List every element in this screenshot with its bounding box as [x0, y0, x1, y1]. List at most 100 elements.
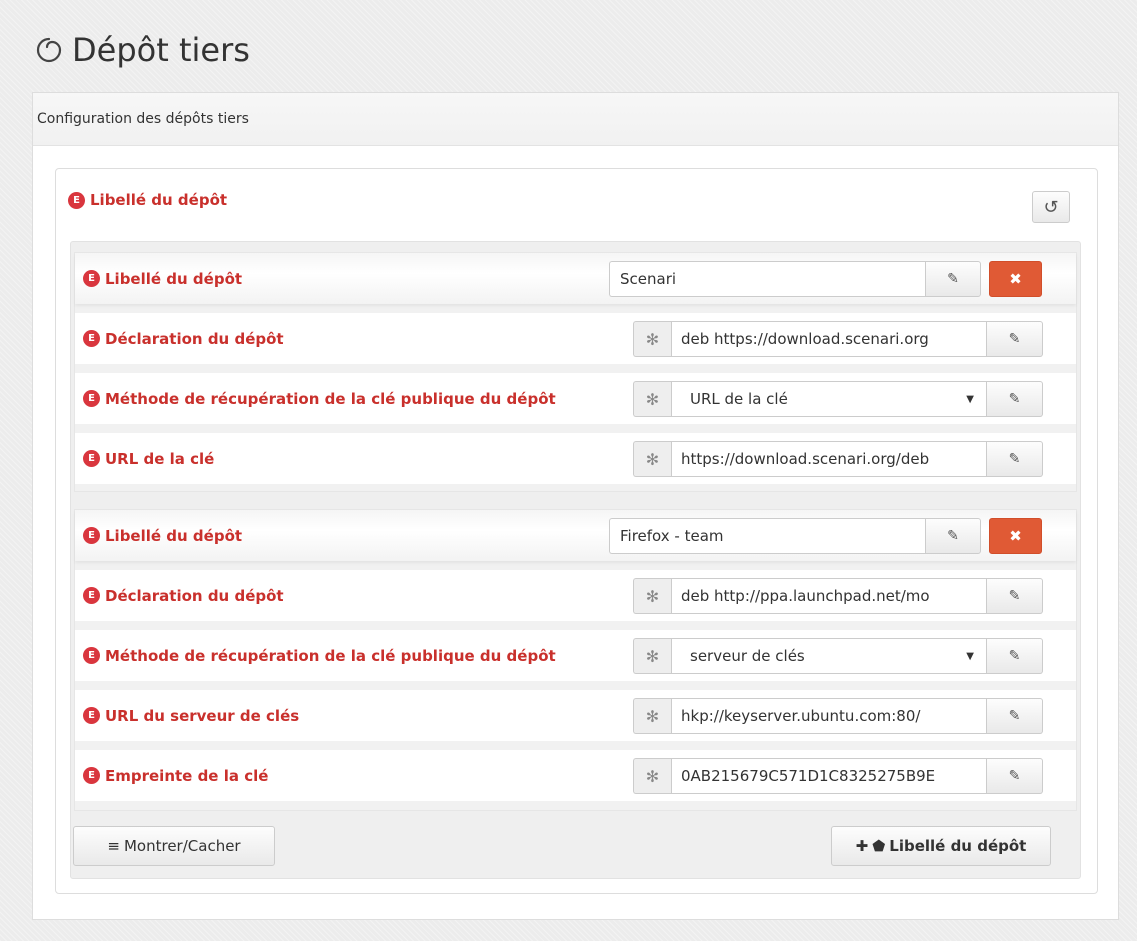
select-value: URL de la clé: [690, 390, 788, 408]
tag-icon: ⬟: [872, 837, 886, 855]
expert-badge: E: [83, 527, 100, 544]
edit-button[interactable]: ✎: [987, 578, 1043, 614]
repo-declaration-input[interactable]: deb http://ppa.launchpad.net/mo: [671, 578, 987, 614]
repo-name-row: E Libellé du dépôt Scenari ✎ ✖: [75, 253, 1076, 304]
expert-badge: E: [83, 647, 100, 664]
page-title: Dépôt tiers: [32, 28, 250, 72]
field-label: E Méthode de récupération de la clé publ…: [83, 630, 556, 681]
panel-heading-text: Configuration des dépôts tiers: [37, 111, 249, 127]
keyserver-url-input[interactable]: hkp://keyserver.ubuntu.com:80/: [671, 698, 987, 734]
key-url-row: E URL de la clé ✻ https://download.scena…: [75, 433, 1076, 484]
asterisk-icon: ✻: [633, 381, 671, 417]
pencil-square-icon: ✎: [1008, 648, 1021, 664]
expert-badge: E: [83, 330, 100, 347]
add-repo-button[interactable]: ✚ ⬟ Libellé du dépôt: [831, 826, 1051, 866]
key-method-select[interactable]: serveur de clés ▼: [671, 638, 987, 674]
field-label: E Méthode de récupération de la clé publ…: [83, 373, 556, 424]
field-label-text: Méthode de récupération de la clé publiq…: [105, 389, 556, 408]
config-panel: Configuration des dépôts tiers E Libellé…: [32, 92, 1119, 920]
field-label: E Déclaration du dépôt: [83, 570, 284, 621]
keyserver-url-row: E URL du serveur de clés ✻ hkp://keyserv…: [75, 690, 1076, 741]
pencil-square-icon: ✎: [1008, 331, 1021, 347]
field-label-text: Méthode de récupération de la clé publiq…: [105, 646, 556, 665]
repo-entries: E Libellé du dépôt Scenari ✎ ✖ E Déclara…: [70, 241, 1081, 879]
key-method-select[interactable]: URL de la clé ▼: [671, 381, 987, 417]
input-group: ✻ URL de la clé ▼ ✎: [633, 381, 1043, 417]
pencil-square-icon: ✎: [1008, 768, 1021, 784]
key-fingerprint-row: E Empreinte de la clé ✻ 0AB215679C571D1C…: [75, 750, 1076, 801]
field-label: E URL du serveur de clés: [83, 690, 299, 741]
repo-entry: E Libellé du dépôt Firefox - team ✎ ✖ E …: [74, 509, 1077, 811]
field-label: E URL de la clé: [83, 433, 214, 484]
field-label-text: Déclaration du dépôt: [105, 329, 284, 348]
expert-badge: E: [83, 707, 100, 724]
repo-declaration-input[interactable]: deb https://download.scenari.org: [671, 321, 987, 357]
edit-button[interactable]: ✎: [987, 381, 1043, 417]
input-group: ✻ 0AB215679C571D1C8325275B9E ✎: [633, 758, 1043, 794]
asterisk-icon: ✻: [633, 441, 671, 477]
field-label: E Déclaration du dépôt: [83, 313, 284, 364]
times-icon: ✖: [1009, 527, 1022, 545]
debian-swirl-icon: [36, 37, 62, 63]
asterisk-icon: ✻: [633, 578, 671, 614]
edit-button[interactable]: ✎: [925, 261, 981, 297]
input-group: ✻ deb https://download.scenari.org ✎: [633, 321, 1043, 357]
edit-button[interactable]: ✎: [987, 758, 1043, 794]
reset-button[interactable]: ↺: [1032, 191, 1070, 223]
edit-button[interactable]: ✎: [925, 518, 981, 554]
select-value: serveur de clés: [690, 647, 805, 665]
repo-list-label: E Libellé du dépôt: [68, 191, 227, 209]
key-method-row: E Méthode de récupération de la clé publ…: [75, 630, 1076, 681]
pencil-square-icon: ✎: [1008, 451, 1021, 467]
field-label-text: URL de la clé: [105, 449, 215, 468]
repo-list-box: E Libellé du dépôt ↺ E Libellé du dépôt …: [55, 168, 1098, 894]
asterisk-icon: ✻: [633, 638, 671, 674]
bars-icon: ≡: [107, 837, 120, 855]
input-group: ✻ deb http://ppa.launchpad.net/mo ✎: [633, 578, 1043, 614]
field-label: E Empreinte de la clé: [83, 750, 268, 801]
pencil-square-icon: ✎: [1008, 391, 1021, 407]
pencil-square-icon: ✎: [947, 528, 959, 544]
delete-entry-button[interactable]: ✖: [989, 261, 1042, 297]
repo-name-input[interactable]: Firefox - team: [609, 518, 925, 554]
repo-entry: E Libellé du dépôt Scenari ✎ ✖ E Déclara…: [74, 252, 1077, 492]
times-icon: ✖: [1009, 270, 1022, 288]
pencil-square-icon: ✎: [947, 271, 959, 287]
pencil-square-icon: ✎: [1008, 708, 1021, 724]
plus-icon: ✚: [855, 837, 869, 855]
toggle-visibility-button[interactable]: ≡ Montrer/Cacher: [73, 826, 275, 866]
delete-entry-button[interactable]: ✖: [989, 518, 1042, 554]
expert-badge: E: [83, 767, 100, 784]
edit-button[interactable]: ✎: [987, 698, 1043, 734]
expert-badge: E: [83, 450, 100, 467]
key-fingerprint-input[interactable]: 0AB215679C571D1C8325275B9E: [671, 758, 987, 794]
asterisk-icon: ✻: [633, 758, 671, 794]
field-label-text: Déclaration du dépôt: [105, 586, 284, 605]
expert-badge: E: [83, 587, 100, 604]
repo-name-label-text: Libellé du dépôt: [105, 269, 243, 288]
key-url-input[interactable]: https://download.scenari.org/deb: [671, 441, 987, 477]
edit-button[interactable]: ✎: [987, 638, 1043, 674]
repo-list-label-text: Libellé du dépôt: [90, 191, 228, 209]
caret-down-icon: ▼: [966, 650, 974, 662]
repo-name-input[interactable]: Scenari: [609, 261, 925, 297]
undo-icon: ↺: [1043, 196, 1059, 218]
input-group: ✻ https://download.scenari.org/deb ✎: [633, 441, 1043, 477]
repo-name-label-text: Libellé du dépôt: [105, 526, 243, 545]
page-title-text: Dépôt tiers: [72, 31, 250, 69]
edit-button[interactable]: ✎: [987, 321, 1043, 357]
input-group: ✻ hkp://keyserver.ubuntu.com:80/ ✎: [633, 698, 1043, 734]
panel-heading: Configuration des dépôts tiers: [33, 93, 1118, 146]
field-label-text: URL du serveur de clés: [105, 706, 300, 725]
repo-name-row: E Libellé du dépôt Firefox - team ✎ ✖: [75, 510, 1076, 561]
edit-button[interactable]: ✎: [987, 441, 1043, 477]
caret-down-icon: ▼: [966, 393, 974, 405]
repo-name-label: E Libellé du dépôt: [83, 510, 242, 561]
repo-declaration-row: E Déclaration du dépôt ✻ deb https://dow…: [75, 313, 1076, 364]
repo-name-label: E Libellé du dépôt: [83, 253, 242, 304]
repo-declaration-row: E Déclaration du dépôt ✻ deb http://ppa.…: [75, 570, 1076, 621]
key-method-row: E Méthode de récupération de la clé publ…: [75, 373, 1076, 424]
field-label-text: Empreinte de la clé: [105, 766, 269, 785]
input-group: ✻ serveur de clés ▼ ✎: [633, 638, 1043, 674]
expert-badge: E: [83, 390, 100, 407]
